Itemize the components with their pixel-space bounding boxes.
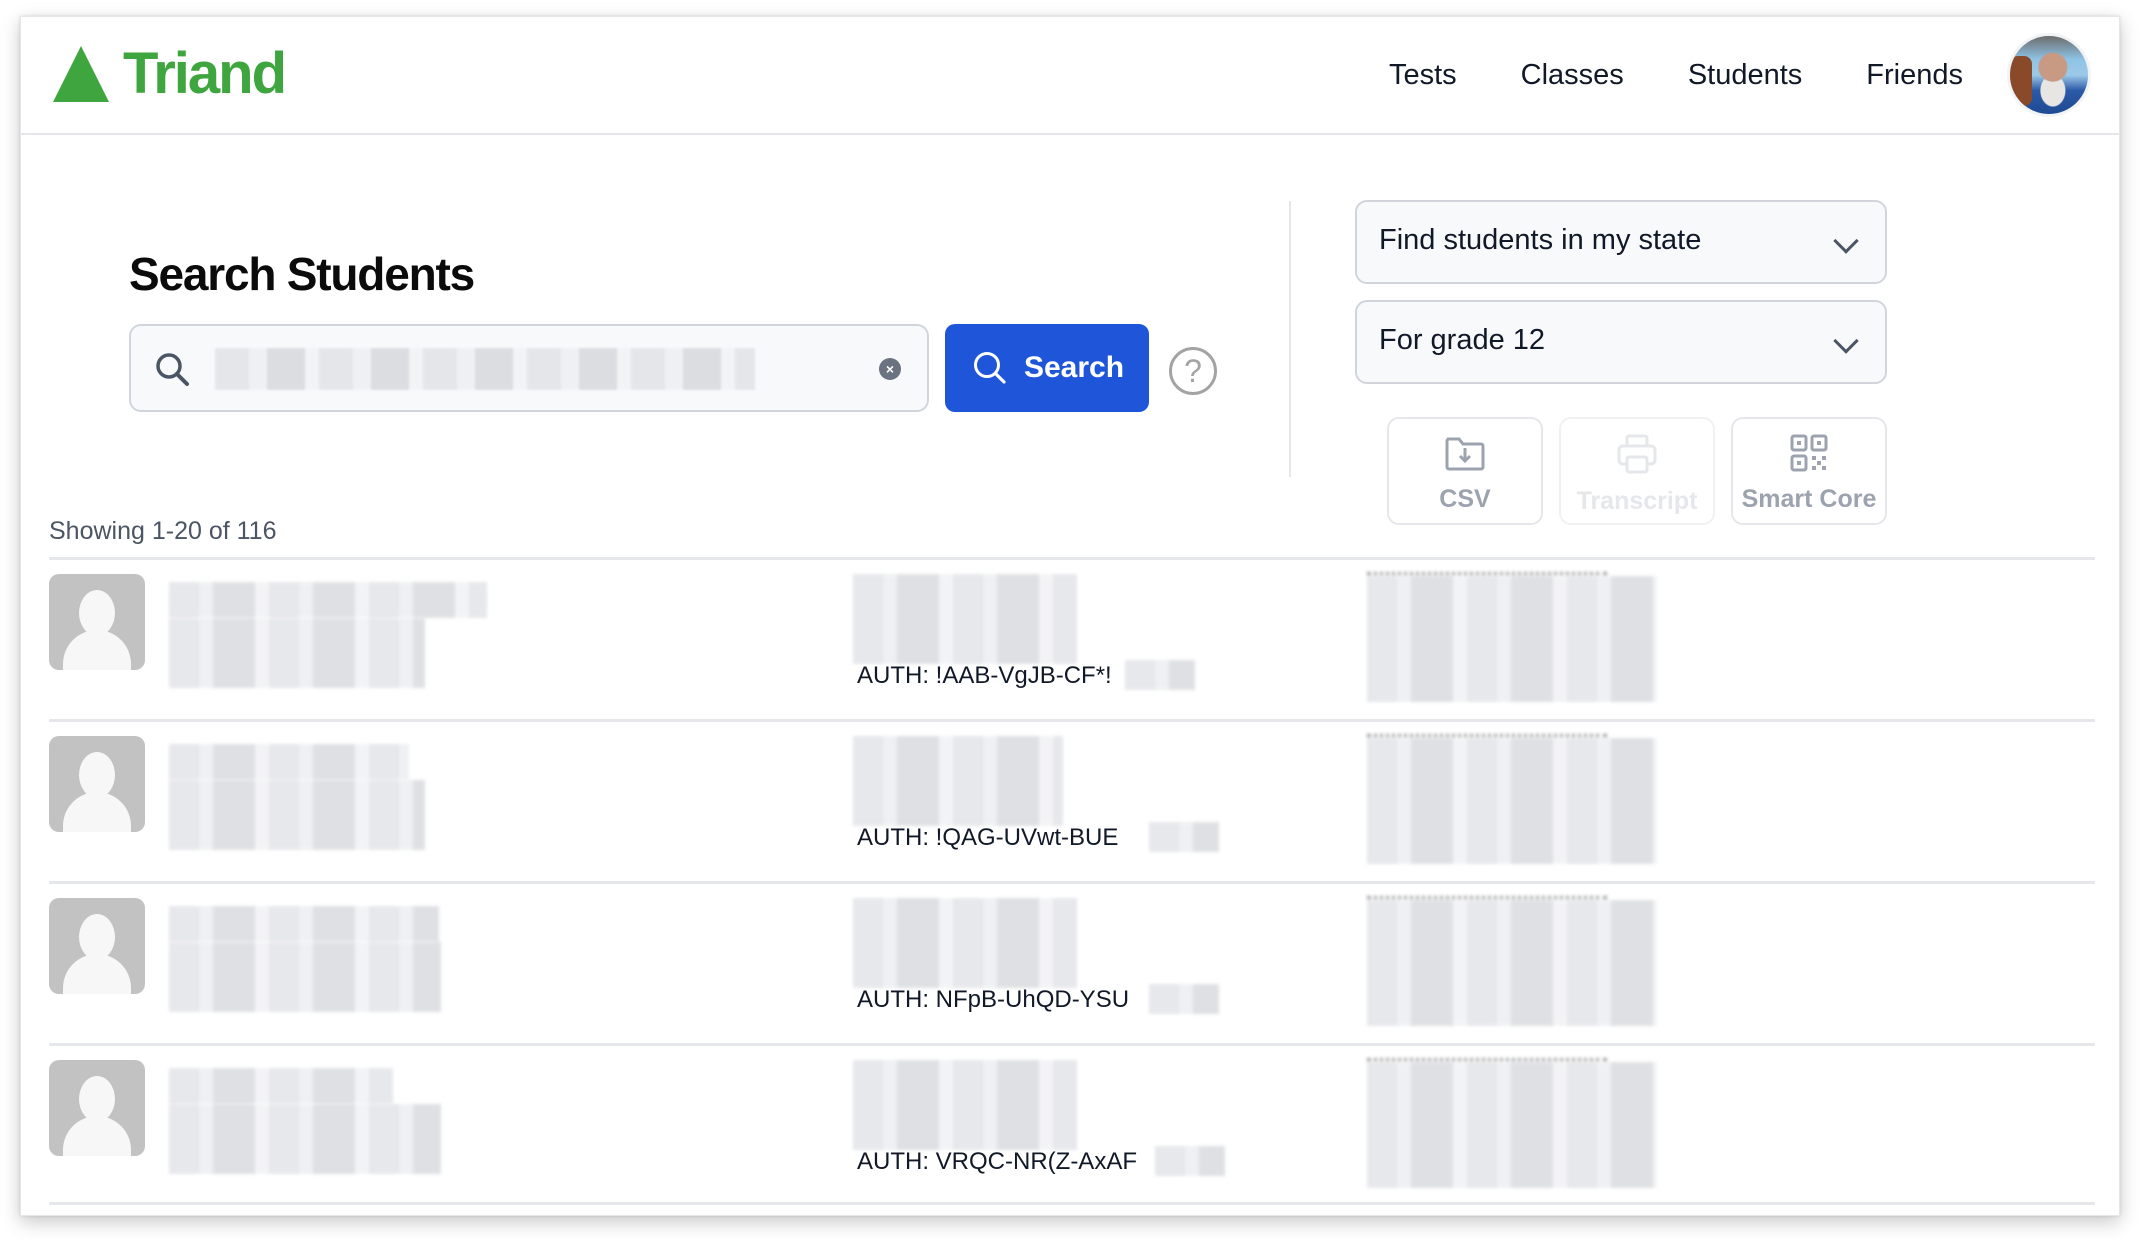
redacted-auth-tail (1155, 1146, 1225, 1176)
redacted-student-info (169, 942, 441, 1012)
redacted-student-info (169, 780, 425, 850)
redacted-student-name (169, 1068, 393, 1104)
default-avatar-icon (49, 1060, 145, 1156)
redacted-school-info (1367, 734, 1657, 864)
nav-students[interactable]: Students (1688, 55, 1802, 95)
redacted-auth-tail (1125, 660, 1195, 690)
redacted-auth-tail (1149, 822, 1219, 852)
redacted-student-info (169, 618, 425, 688)
brand-name: Triand (123, 41, 287, 106)
redacted-school-info (1367, 1058, 1657, 1188)
search-button[interactable]: Search (945, 324, 1149, 412)
search-icon (156, 353, 189, 386)
app-window: Triand Tests Classes Students Friends Se… (20, 16, 2120, 1216)
student-list: AUTH: !AAB-VgJB-CF*! AUTH: !QAG-UVwt-BUE… (49, 557, 2095, 1205)
student-row[interactable]: AUTH: !AAB-VgJB-CF*! (49, 557, 2095, 719)
redacted-student-details (853, 736, 1063, 826)
smart-core-button[interactable]: Smart Core (1731, 417, 1887, 525)
top-navbar: Triand Tests Classes Students Friends (21, 17, 2119, 135)
auth-code: AUTH: !AAB-VgJB-CF*! (857, 662, 1112, 689)
nav-classes[interactable]: Classes (1521, 55, 1624, 95)
redacted-student-details (853, 898, 1077, 988)
page-title: Search Students (129, 248, 475, 300)
transcript-label: Transcript (1576, 487, 1698, 515)
redacted-school-info (1367, 572, 1657, 702)
default-avatar-icon (49, 898, 145, 994)
chevron-down-icon (1833, 228, 1859, 254)
redacted-auth-tail (1149, 984, 1219, 1014)
chevron-down-icon (1833, 328, 1859, 354)
main-nav: Tests Classes Students Friends (1389, 55, 1963, 95)
search-icon (973, 352, 1006, 384)
question-circle-icon[interactable]: ? (1169, 347, 1217, 395)
folder-download-icon (1445, 437, 1485, 471)
scope-select-value: Find students in my state (1379, 224, 1702, 256)
default-avatar-icon (49, 574, 145, 670)
scope-select[interactable]: Find students in my state (1355, 200, 1887, 284)
nav-tests[interactable]: Tests (1389, 55, 1457, 95)
brand-logo[interactable]: Triand (53, 41, 287, 106)
csv-export-button[interactable]: CSV (1387, 417, 1543, 525)
section-divider (1289, 201, 1291, 477)
user-avatar (2010, 36, 2088, 114)
qr-code-icon (1790, 434, 1828, 472)
nav-friends[interactable]: Friends (1866, 55, 1963, 95)
redacted-school-info (1367, 896, 1657, 1026)
smart-core-label: Smart Core (1741, 485, 1877, 513)
student-search-field[interactable]: × (129, 324, 929, 412)
results-count: Showing 1-20 of 116 (49, 517, 277, 545)
triangle-logo-icon (53, 46, 109, 102)
student-row[interactable]: AUTH: NFpB-UhQD-YSU (49, 881, 2095, 1043)
redacted-student-name (169, 744, 409, 780)
redacted-student-details (853, 574, 1077, 664)
redacted-student-name (169, 582, 487, 618)
auth-code: AUTH: VRQC-NR(Z-AxAF (857, 1148, 1137, 1175)
search-button-label: Search (1023, 351, 1125, 384)
printer-icon (1617, 434, 1657, 474)
auth-code: AUTH: NFpB-UhQD-YSU (857, 986, 1130, 1013)
redacted-student-name (169, 906, 439, 942)
default-avatar-icon (49, 736, 145, 832)
grade-select-value: For grade 12 (1379, 324, 1546, 356)
user-menu-button[interactable] (2007, 33, 2091, 117)
redacted-search-text (215, 348, 755, 390)
grade-select[interactable]: For grade 12 (1355, 300, 1887, 384)
student-row[interactable]: AUTH: VRQC-NR(Z-AxAF (49, 1043, 2095, 1205)
auth-code: AUTH: !QAG-UVwt-BUE (857, 824, 1119, 851)
clear-search-icon[interactable]: × (879, 358, 901, 380)
transcript-button[interactable]: Transcript (1559, 417, 1715, 525)
student-row[interactable]: AUTH: !QAG-UVwt-BUE (49, 719, 2095, 881)
redacted-student-info (169, 1104, 441, 1174)
redacted-student-details (853, 1060, 1077, 1150)
csv-label: CSV (1439, 485, 1491, 513)
